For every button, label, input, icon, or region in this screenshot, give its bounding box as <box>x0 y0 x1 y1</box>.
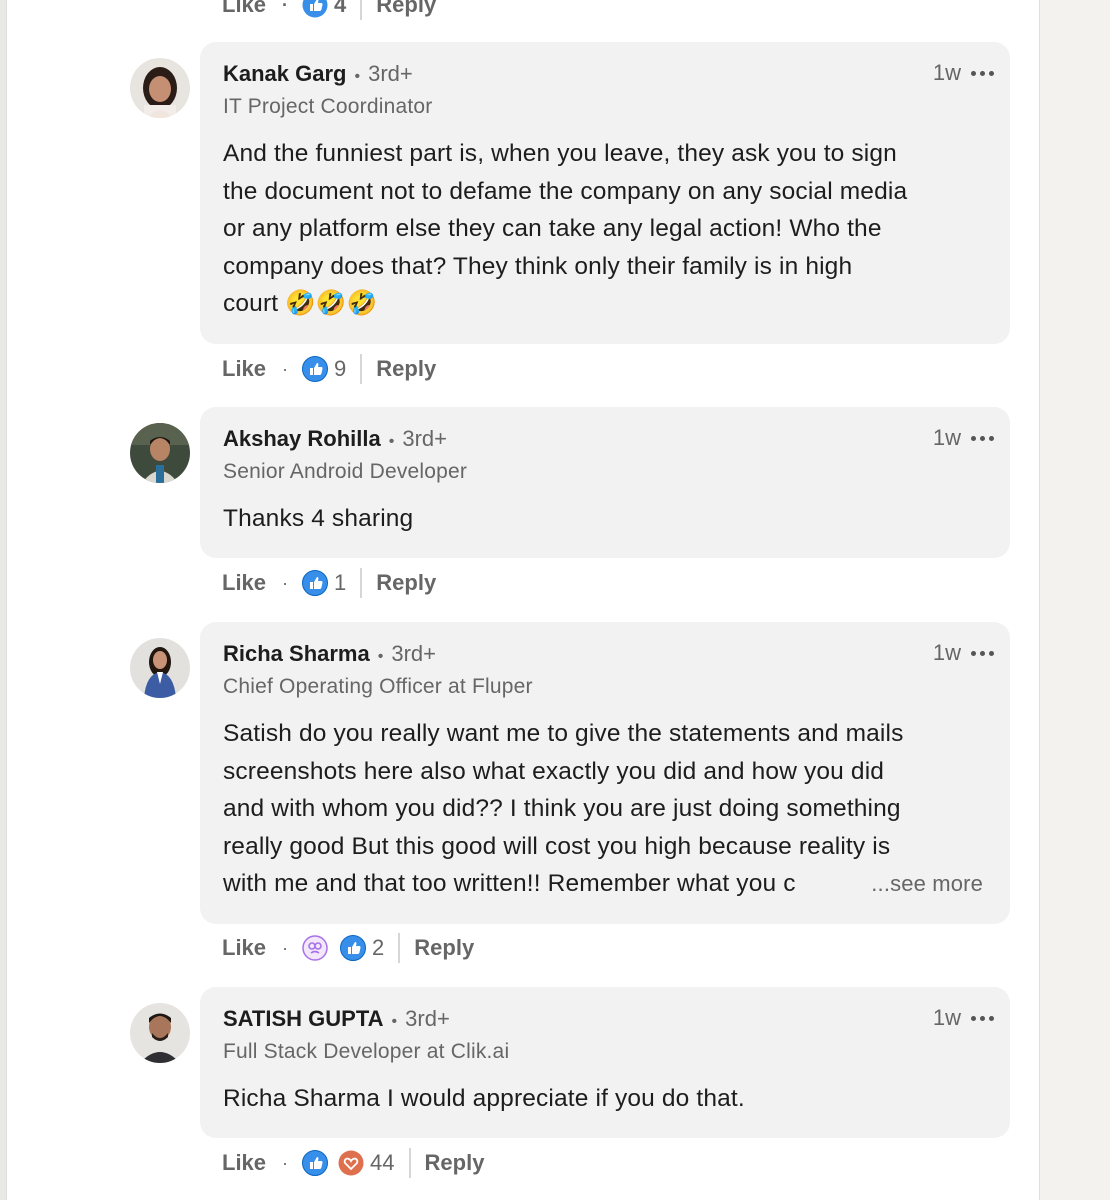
reaction-count[interactable]: 9 <box>334 356 346 382</box>
comment-bubble: Akshay Rohilla • 3rd+ Senior Android Dev… <box>200 407 1010 558</box>
timestamp: 1w <box>932 1005 961 1030</box>
divider <box>360 354 363 384</box>
separator-dot: · <box>282 572 289 593</box>
comment-line: Satish do you really want me to give the… <box>223 720 904 747</box>
comment-line: And the funniest part is, when you leave… <box>223 140 897 167</box>
connection-degree: 3rd+ <box>368 61 413 86</box>
separator-dot: • <box>388 433 395 450</box>
more-options-icon[interactable] <box>971 435 994 441</box>
comment-line: really good But this good will cost you … <box>223 832 891 860</box>
comment-text: Satish do you really want me to give the… <box>223 715 988 903</box>
see-more-link[interactable]: ...see more <box>861 865 983 903</box>
like-reaction-icon <box>302 0 328 18</box>
comment-text: And the funniest part is, when you leave… <box>223 135 988 323</box>
comment-line: the document not to defame the company o… <box>223 177 908 205</box>
timestamp: 1w <box>932 60 961 85</box>
previous-comment-actions: Like · 4 Reply <box>222 0 436 22</box>
author-name[interactable]: SATISH GUPTA <box>223 1005 384 1033</box>
reaction-count[interactable]: 44 <box>370 1150 394 1176</box>
avatar[interactable] <box>130 1003 190 1063</box>
like-reaction-icon <box>302 356 329 382</box>
separator-dot: · <box>282 1152 289 1173</box>
avatar[interactable] <box>130 423 190 483</box>
comment-line-truncated: with me and that too written!! Remember … <box>223 865 988 903</box>
like-reaction-icon <box>340 935 367 961</box>
like-button[interactable]: Like <box>222 0 266 18</box>
comment-line: or any platform else they can take any l… <box>223 215 882 242</box>
more-options-icon[interactable] <box>971 1015 994 1021</box>
like-button[interactable]: Like <box>222 935 266 961</box>
reaction-count[interactable]: 2 <box>372 935 384 961</box>
comment-text: Richa Sharma I would appreciate if you d… <box>223 1080 988 1118</box>
connection-degree: 3rd+ <box>402 426 447 451</box>
author-headline: Senior Android Developer <box>223 460 468 483</box>
author-name[interactable]: Kanak Garg <box>223 60 347 88</box>
more-options-icon[interactable] <box>971 70 994 76</box>
divider <box>360 0 363 20</box>
reaction-count[interactable]: 4 <box>334 0 346 18</box>
comment-line: court 🤣🤣🤣 <box>223 290 378 317</box>
like-reaction-icon <box>302 570 329 596</box>
curious-reaction-icon <box>302 935 328 961</box>
comment-text: Thanks 4 sharing <box>223 500 988 538</box>
comment-actions: Like · 44 Reply <box>222 1146 484 1180</box>
separator-dot: · <box>282 358 289 379</box>
divider <box>408 1148 411 1178</box>
author-name[interactable]: Richa Sharma <box>223 640 370 668</box>
connection-degree: 3rd+ <box>391 641 436 666</box>
like-button[interactable]: Like <box>222 356 266 382</box>
comment-line: Thanks 4 sharing <box>223 505 414 532</box>
page: Like · 4 Reply Kanak Garg • 3rd+ IT Proj… <box>0 0 1110 1200</box>
timestamp: 1w <box>932 425 961 450</box>
reaction-count[interactable]: 1 <box>334 570 346 596</box>
comment-bubble: Kanak Garg • 3rd+ IT Project Coordinator… <box>200 42 1010 344</box>
comment-bubble: Richa Sharma • 3rd+ Chief Operating Offi… <box>200 622 1010 924</box>
more-options-icon[interactable] <box>971 650 994 656</box>
separator-dot: • <box>391 1013 398 1030</box>
reply-button[interactable]: Reply <box>414 935 474 961</box>
comment-line: and with whom you did?? I think you are … <box>223 795 901 822</box>
avatar[interactable] <box>130 58 190 118</box>
author-name[interactable]: Akshay Rohilla <box>223 425 381 453</box>
avatar[interactable] <box>130 638 190 698</box>
separator-dot: · <box>282 937 289 958</box>
comment-bubble: SATISH GUPTA • 3rd+ Full Stack Developer… <box>200 987 1010 1138</box>
author-headline: IT Project Coordinator <box>223 95 433 118</box>
timestamp: 1w <box>932 640 961 665</box>
right-rail <box>1040 0 1110 1200</box>
like-reaction-icon <box>302 1150 329 1176</box>
divider <box>360 568 363 598</box>
comment-line: screenshots here also what exactly you d… <box>223 757 885 785</box>
divider <box>398 933 401 963</box>
like-button[interactable]: Like <box>222 570 266 596</box>
comment-actions: Like · 1 Reply <box>222 566 436 600</box>
author-headline: Chief Operating Officer at Fluper <box>223 675 533 698</box>
comment-line: company does that? They think only their… <box>223 252 853 280</box>
reply-button[interactable]: Reply <box>376 356 436 382</box>
reply-button[interactable]: Reply <box>425 1150 485 1176</box>
connection-degree: 3rd+ <box>405 1006 450 1031</box>
reply-button[interactable]: Reply <box>376 0 436 18</box>
separator-dot: • <box>377 648 384 665</box>
comment-actions: Like · 2 Reply <box>222 931 474 965</box>
reply-button[interactable]: Reply <box>376 570 436 596</box>
comment-line: Richa Sharma I would appreciate if you d… <box>223 1085 745 1112</box>
like-button[interactable]: Like <box>222 1150 266 1176</box>
separator-dot: • <box>354 68 361 85</box>
author-headline: Full Stack Developer at Clik.ai <box>223 1040 510 1063</box>
separator-dot: · <box>282 0 289 15</box>
comment-line: with me and that too written!! Remember … <box>223 870 796 897</box>
comment-actions: Like · 9 Reply <box>222 352 436 386</box>
love-reaction-icon <box>338 1150 364 1176</box>
